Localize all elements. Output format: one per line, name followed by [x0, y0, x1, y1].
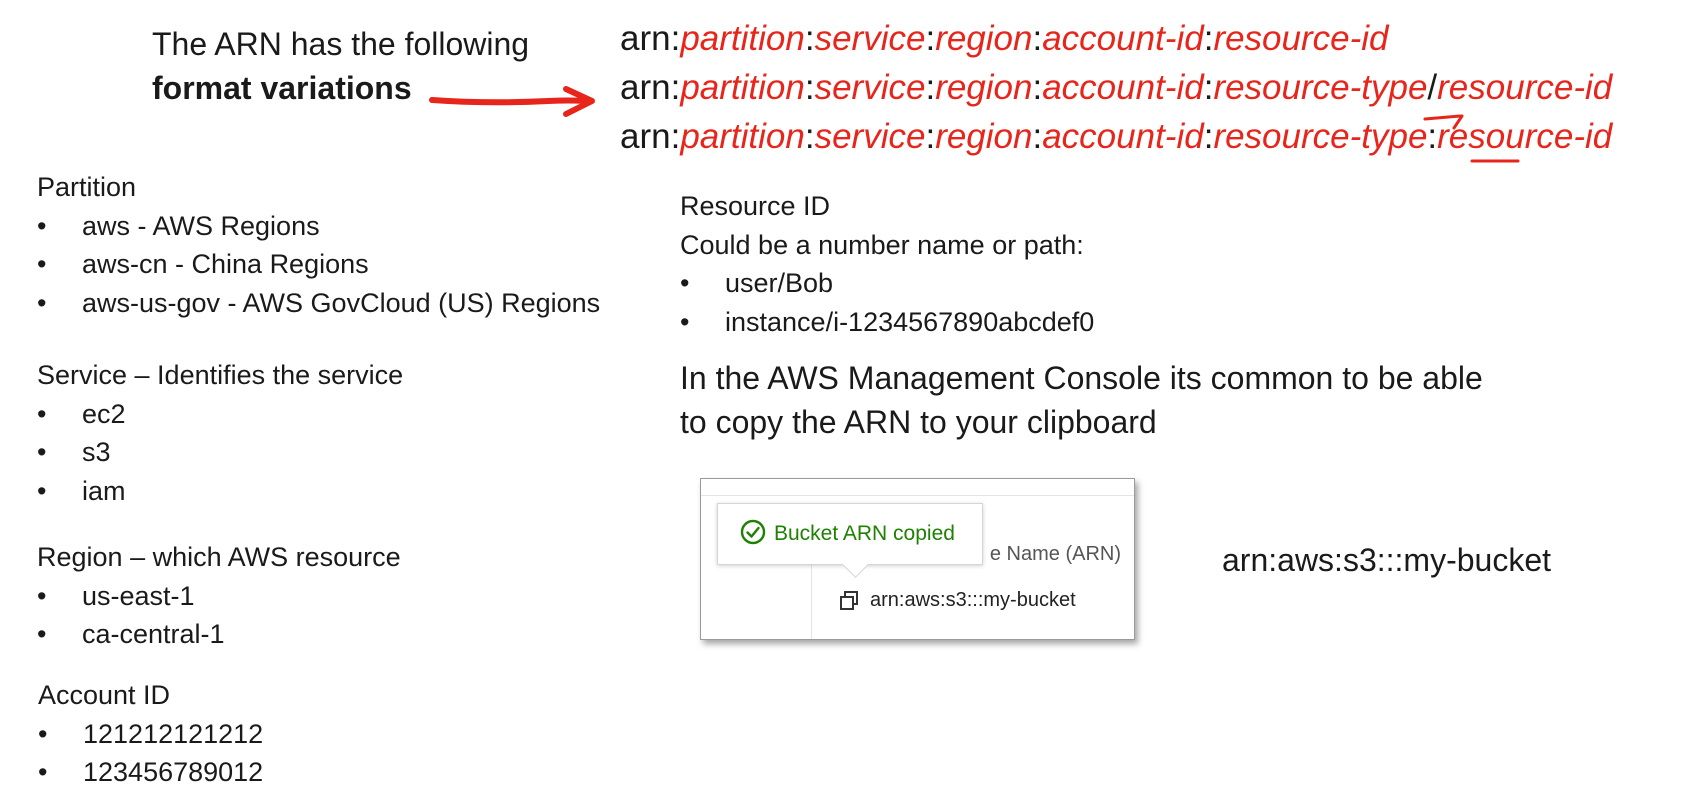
arn-resource-id: resource-id	[1437, 117, 1613, 156]
list-item: • 123456789012	[38, 757, 264, 787]
service-section: Service – Identifies the service • ec2 • s…	[37, 356, 403, 510]
check-circle-icon	[740, 519, 766, 550]
arn-value: arn:aws:s3:::my-bucket	[870, 589, 1076, 611]
list-item: • aws-cn - China Regions	[37, 249, 369, 279]
arn-format-line: arn:partition:service:region:account-id:…	[620, 68, 1613, 107]
arn-resource-id: resource-id	[1213, 19, 1389, 58]
section-subtitle: Could be a number name or path:	[680, 229, 1084, 260]
arrow-right-icon	[429, 86, 595, 117]
arn-service: service	[814, 68, 926, 107]
arn-service: service	[814, 19, 926, 58]
bullet-list: • us-east-1 • ca-central-1	[37, 577, 401, 654]
bullet-list: • 121212121212 • 123456789012	[38, 715, 263, 792]
arn-region: region	[935, 117, 1033, 156]
example-arn: arn:aws:s3:::my-bucket	[1222, 542, 1551, 578]
bullet-list: • aws - AWS Regions • aws-cn - China Regio…	[37, 207, 600, 323]
arn-prefix: arn:	[620, 19, 681, 58]
list-item: • us-east-1	[37, 580, 195, 611]
arn-prefix: arn:	[620, 117, 681, 156]
console-screenshot: e Name (ARN) arn:aws:s3:::my-bucket Buck…	[700, 478, 1135, 640]
copy-icon[interactable]	[838, 590, 860, 612]
copy-arn-row[interactable]: arn:aws:s3:::my-bucket	[838, 589, 1076, 612]
arn-separator: :	[1427, 117, 1438, 156]
arn-account: account-id	[1042, 68, 1204, 107]
section-title: Region – which AWS resource	[37, 542, 401, 572]
arn-format-line: arn:partition:service:region:account-id:…	[620, 117, 1613, 156]
list-item: • ec2	[37, 398, 126, 429]
arn-account: account-id	[1042, 117, 1204, 156]
list-item: • 121212121212	[38, 718, 264, 749]
arn-prefix: arn:	[620, 68, 681, 107]
list-item: • instance/i-1234567890abcdef0	[680, 306, 1095, 337]
arn-region: region	[935, 68, 1033, 107]
intro-line-1: The ARN has the following	[152, 26, 530, 62]
toast-text: Bucket ARN copied	[774, 522, 955, 545]
section-title: Resource ID	[680, 191, 831, 221]
bullet-list: • user/Bob • instance/i-1234567890abcdef0	[680, 264, 1094, 341]
arn-resource-type: resource-type	[1213, 117, 1428, 156]
list-item: • ca-central-1	[37, 619, 225, 649]
arn-account: account-id	[1042, 19, 1204, 58]
arn-resource-id: resource-id	[1437, 68, 1613, 107]
arn-service: service	[814, 117, 926, 156]
bullet-list: • ec2 • s3 • iam	[37, 395, 403, 511]
section-title: Account ID	[38, 680, 171, 710]
arn-separator: /	[1427, 68, 1438, 107]
resource-section: Resource ID Could be a number name or pa…	[680, 187, 1094, 341]
list-item: • aws-us-gov - AWS GovCloud (US) Regions	[37, 287, 601, 318]
copied-toast: Bucket ARN copied	[717, 503, 983, 578]
arn-resource-type: resource-type	[1213, 68, 1428, 107]
partition-section: Partition • aws - AWS Regions • aws-cn - C…	[37, 168, 600, 322]
arn-partition: partition	[680, 68, 805, 107]
region-section: Region – which AWS resource • us-east-1 •…	[37, 538, 401, 654]
arn-formats: arn:partition:service:region:account-id:…	[620, 14, 1612, 161]
list-item: • iam	[37, 475, 126, 506]
section-title: Partition	[37, 172, 137, 202]
console-note: In the AWS Management Console its common…	[680, 360, 1483, 440]
arn-partition: partition	[680, 117, 805, 156]
list-item: • user/Bob	[680, 268, 834, 298]
arn-partition: partition	[680, 19, 805, 58]
account-section: Account ID • 121212121212 • 123456789012	[38, 676, 263, 792]
section-title: Service – Identifies the service	[37, 360, 404, 390]
list-item: • aws - AWS Regions	[37, 210, 320, 241]
arn-region: region	[935, 19, 1033, 58]
arn-format-line: arn:partition:service:region:account-id:…	[620, 19, 1389, 58]
list-item: • s3	[37, 437, 111, 467]
